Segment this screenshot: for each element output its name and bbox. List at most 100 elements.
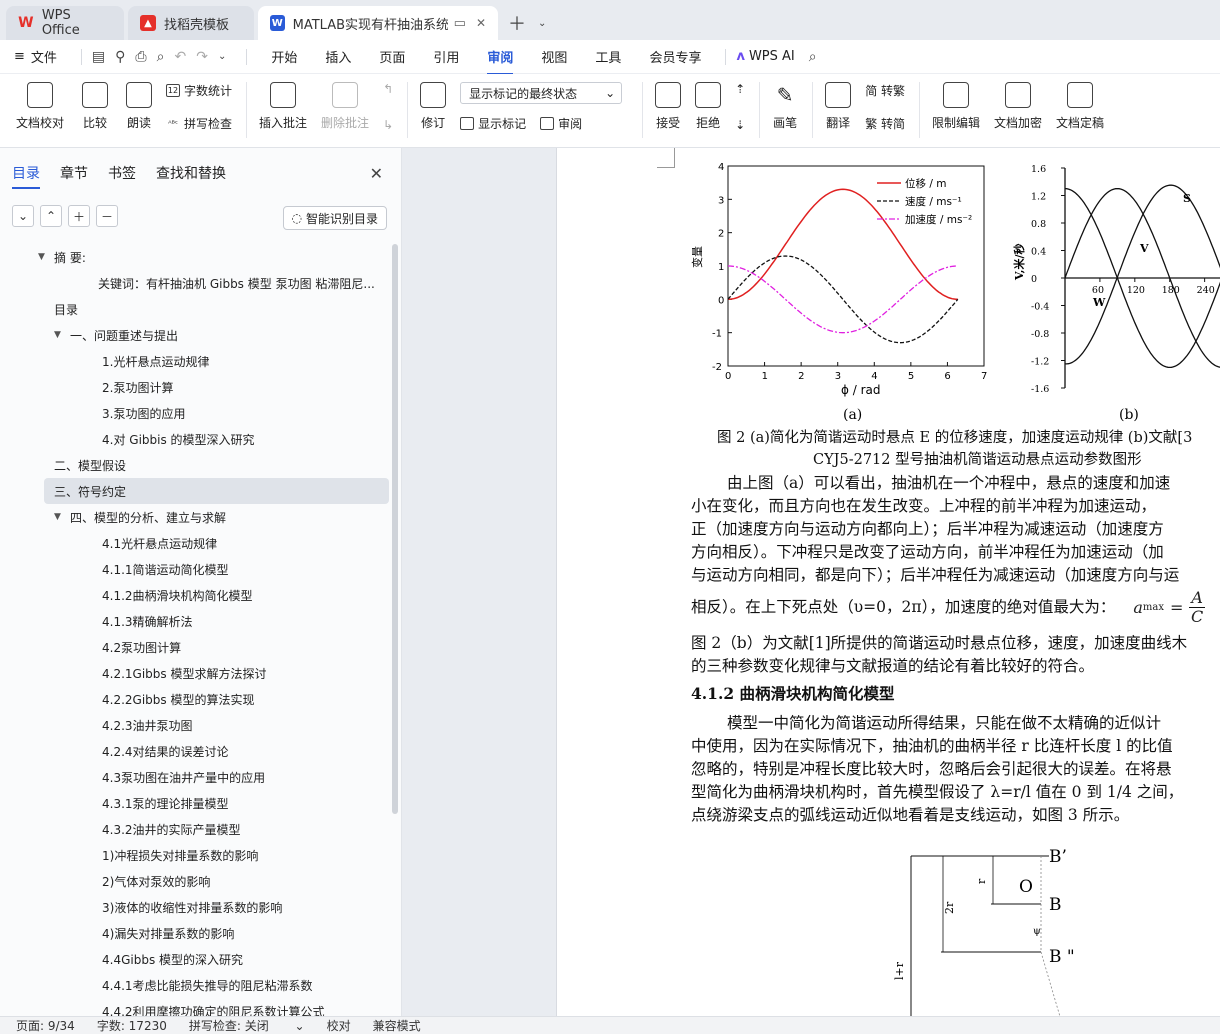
- toc-item[interactable]: 4.4Gibbs 模型的深入研究: [0, 946, 392, 972]
- accept-button[interactable]: 接受: [655, 82, 682, 131]
- delete-comment-button[interactable]: 删除批注: [321, 82, 369, 131]
- print-icon[interactable]: ⎙: [135, 49, 146, 65]
- more-chevron-icon[interactable]: ⌄: [218, 51, 226, 62]
- proofread-status[interactable]: 校对: [327, 1017, 351, 1034]
- toc-item[interactable]: 3.泵功图的应用: [0, 400, 392, 426]
- doc-encrypt-button[interactable]: 文档加密: [994, 82, 1042, 131]
- toc-item-label: 4.2.2Gibbs 模型的算法实现: [102, 692, 255, 707]
- tab-member[interactable]: 会员专享: [649, 47, 701, 66]
- undo-icon[interactable]: ↶: [174, 49, 186, 65]
- close-icon[interactable]: ✕: [370, 164, 383, 183]
- toc-item[interactable]: 4.4.1考虑比能损失推导的阻尼粘滞系数: [0, 972, 392, 998]
- toc-item[interactable]: 关键词：有杆抽油机 Gibbs 模型 泵功图 粘滞阻尼...: [0, 270, 392, 296]
- to-traditional-button[interactable]: 简 转繁: [865, 82, 905, 99]
- toc-item[interactable]: 4.1.1简谐运动简化模型: [0, 556, 392, 582]
- insert-comment-button[interactable]: 插入批注: [259, 82, 307, 131]
- spell-check-status[interactable]: 拼写检查: 关闭 ⌄: [189, 1017, 305, 1034]
- redo-icon[interactable]: ↷: [196, 49, 208, 65]
- toc-item[interactable]: 4.1.2曲柄滑块机构简化模型: [0, 582, 392, 608]
- toc-item[interactable]: 4.3.1泵的理论排量模型: [0, 790, 392, 816]
- caret-down-icon[interactable]: ▼: [38, 252, 50, 262]
- wps-ai-button[interactable]: ᴧ WPS AI: [736, 49, 794, 64]
- link-icon[interactable]: ⚲: [115, 49, 125, 65]
- toc-item[interactable]: 2.泵功图计算: [0, 374, 392, 400]
- revise-button[interactable]: 修订: [420, 82, 447, 131]
- toc-item[interactable]: 4.1光杆悬点运动规律: [0, 530, 392, 556]
- page-indicator[interactable]: 页面: 9/34: [16, 1017, 75, 1034]
- tab-find-replace[interactable]: 查找和替换: [156, 163, 226, 183]
- file-menu[interactable]: ≡ 文件: [14, 47, 57, 66]
- spell-check-button[interactable]: ᴬᴮᶜ 拼写检查: [166, 115, 232, 132]
- tab-wps-office[interactable]: W WPS Office: [6, 6, 124, 40]
- tab-document[interactable]: W MATLAB实现有杆抽油系统的 ▭ ✕: [258, 6, 498, 40]
- next-change-icon[interactable]: ⇣: [735, 118, 745, 132]
- tab-tools[interactable]: 工具: [595, 47, 621, 66]
- toc-item[interactable]: 1)冲程损失对排量系数的影响: [0, 842, 392, 868]
- tab-home[interactable]: 开始: [271, 47, 297, 66]
- show-markup-button[interactable]: 显示标记: [460, 115, 526, 132]
- translate-button[interactable]: 翻译: [825, 82, 852, 131]
- restrict-edit-button[interactable]: 限制编辑: [932, 82, 980, 131]
- toc-item[interactable]: 4.2.1Gibbs 模型求解方法探讨: [0, 660, 392, 686]
- tab-view[interactable]: 视图: [541, 47, 567, 66]
- toc-item[interactable]: 4.2.4对结果的误差讨论: [0, 738, 392, 764]
- close-tab-icon[interactable]: ✕: [476, 16, 486, 30]
- toc-item[interactable]: 4.4.2利用摩擦功确定的阻尼系数计算公式: [0, 998, 392, 1017]
- tab-docer[interactable]: ▲ 找稻壳模板: [128, 6, 254, 40]
- y-tick-label: -0.8: [1031, 329, 1049, 340]
- toc-item[interactable]: 目录: [0, 296, 392, 322]
- expand-icon[interactable]: ⌄: [12, 205, 34, 227]
- tab-sections[interactable]: 章节: [60, 163, 88, 183]
- toc-item[interactable]: 4.2.2Gibbs 模型的算法实现: [0, 686, 392, 712]
- toc-item[interactable]: 4.3.2油井的实际产量模型: [0, 816, 392, 842]
- review-pane-button[interactable]: 审阅: [540, 115, 582, 132]
- toc-item[interactable]: 2)气体对泵效的影响: [0, 868, 392, 894]
- toc-item[interactable]: ▼ 摘 要:: [0, 244, 392, 270]
- reject-button[interactable]: 拒绝: [695, 82, 722, 131]
- toc-item[interactable]: 4.对 Gibbis 的模型深入研究: [0, 426, 392, 452]
- tab-references[interactable]: 引用: [433, 47, 459, 66]
- prev-change-icon[interactable]: ⇡: [735, 82, 745, 96]
- x-tick-label: 5: [908, 371, 914, 382]
- toc-item[interactable]: 三、符号约定: [44, 478, 389, 504]
- read-aloud-button[interactable]: 朗读: [126, 82, 153, 131]
- print-preview-icon[interactable]: ⌕: [157, 49, 165, 65]
- toc-item[interactable]: 4)漏失对排量系数的影响: [0, 920, 392, 946]
- toc-item[interactable]: 4.3泵功图在油井产量中的应用: [0, 764, 392, 790]
- toc-item[interactable]: 4.1.3精确解析法: [0, 608, 392, 634]
- toc-item[interactable]: 4.2.3油井泵功图: [0, 712, 392, 738]
- doc-finalize-button[interactable]: 文档定稿: [1056, 82, 1104, 131]
- new-tab-button[interactable]: ＋: [502, 6, 532, 40]
- prev-comment-icon[interactable]: ↰: [383, 82, 393, 96]
- add-icon[interactable]: ＋: [68, 205, 90, 227]
- toc-item[interactable]: 二、模型假设: [0, 452, 392, 478]
- collapse-icon[interactable]: ⌃: [40, 205, 62, 227]
- tab-page[interactable]: 页面: [379, 47, 405, 66]
- toc-item[interactable]: ▼ 四、模型的分析、建立与求解: [0, 504, 392, 530]
- pen-button[interactable]: ✎ 画笔: [772, 82, 798, 131]
- smart-toc-button[interactable]: ◌ 智能识别目录: [282, 206, 387, 230]
- toc-item[interactable]: 1.光杆悬点运动规律: [0, 348, 392, 374]
- caret-down-icon[interactable]: ▼: [54, 330, 66, 340]
- toc-item[interactable]: ▼ 一、问题重述与提出: [0, 322, 392, 348]
- next-comment-icon[interactable]: ↳: [383, 118, 393, 132]
- toc-scrollbar[interactable]: [392, 244, 398, 814]
- tab-insert[interactable]: 插入: [325, 47, 351, 66]
- tab-bookmarks[interactable]: 书签: [108, 163, 136, 183]
- tab-toc[interactable]: 目录: [12, 163, 40, 189]
- word-count[interactable]: 字数: 17230: [97, 1017, 167, 1034]
- toc-item[interactable]: 4.2泵功图计算: [0, 634, 392, 660]
- to-simplified-button[interactable]: 繁 转简: [865, 115, 905, 132]
- search-icon[interactable]: ⌕: [809, 49, 817, 65]
- toc-item[interactable]: 3)液体的收缩性对排量系数的影响: [0, 894, 392, 920]
- tab-review[interactable]: 审阅: [487, 47, 514, 75]
- paragraph-line: 相反）。在上下死点处（υ=0，2π），加速度的绝对值最大为：: [691, 597, 1116, 616]
- markup-state-select[interactable]: 显示标记的最终状态 ⌄: [460, 82, 623, 104]
- caret-down-icon[interactable]: ▼: [54, 512, 66, 522]
- compare-button[interactable]: 比较: [82, 82, 109, 131]
- doc-check-button[interactable]: 文档校对: [16, 82, 64, 131]
- save-icon[interactable]: ▤: [92, 49, 105, 65]
- remove-icon[interactable]: －: [96, 205, 118, 227]
- word-count-button[interactable]: 12 字数统计: [166, 82, 232, 99]
- tab-list-chevron-icon[interactable]: ⌄: [532, 6, 552, 40]
